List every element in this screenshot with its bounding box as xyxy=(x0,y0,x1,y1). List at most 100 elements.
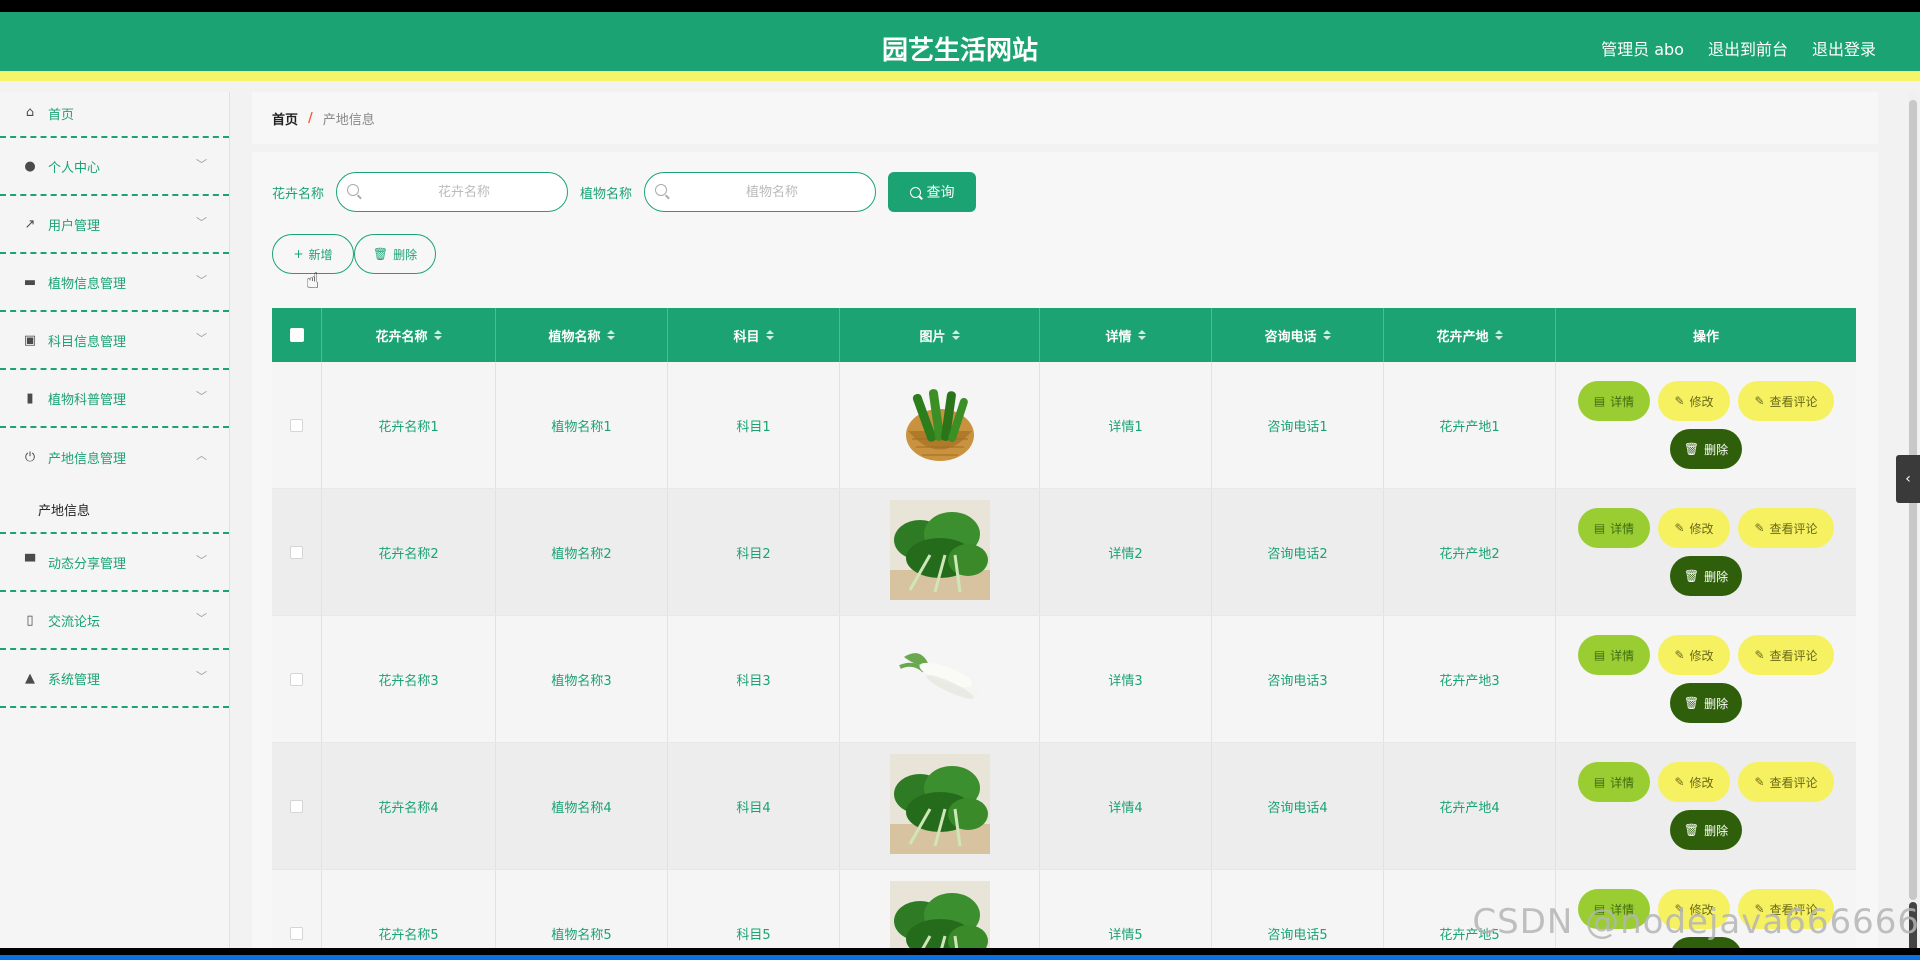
row-edit-label: 修改 xyxy=(1689,394,1714,409)
sidebar-item-science[interactable]: ▮ 植物科普管理 ﹀ xyxy=(0,370,229,428)
top-header: 园艺生活网站 管理员 abo 退出到前台 退出登录 xyxy=(0,12,1920,81)
row-detail-button[interactable]: ▤ 详情 xyxy=(1578,762,1650,802)
row-review-label: 查看评论 xyxy=(1769,775,1818,790)
briefcase-icon: ▬ xyxy=(23,274,37,290)
row-checkbox[interactable] xyxy=(290,545,303,559)
cell-actions: ▤ 详情 ✎ 修改 ✎ 查看评论 🗑 删除 xyxy=(1556,743,1856,869)
header-plant-name[interactable]: 植物名称 xyxy=(496,308,668,362)
row-edit-button[interactable]: ✎ 修改 xyxy=(1658,381,1730,421)
query-button-label: 查询 xyxy=(926,185,955,201)
plant-image xyxy=(889,500,990,604)
sidebar-item-label: 植物科普管理 xyxy=(48,392,127,408)
sidebar-subitem-origin-info[interactable]: 产地信息 xyxy=(0,486,229,534)
pencil-icon: ✎ xyxy=(1674,648,1685,662)
chevron-down-icon: ﹀ xyxy=(196,332,207,345)
select-all-checkbox[interactable] xyxy=(289,328,304,342)
search-bar: 花卉名称 植物名称 查询 xyxy=(272,172,977,212)
header-flower-name[interactable]: 花卉名称 xyxy=(322,308,496,362)
header-actions: 操作 xyxy=(1556,308,1856,362)
row-select-cell xyxy=(272,870,322,948)
header-image[interactable]: 图片 xyxy=(840,308,1040,362)
row-checkbox[interactable] xyxy=(290,672,303,686)
pencil-icon: ✎ xyxy=(1754,521,1765,535)
chevron-down-icon: ﹀ xyxy=(196,612,207,625)
pencil-icon: ✎ xyxy=(1754,775,1765,789)
add-button[interactable]: + 新增 xyxy=(272,234,354,274)
row-detail-button[interactable]: ▤ 详情 xyxy=(1578,508,1650,548)
row-detail-label: 详情 xyxy=(1610,521,1635,536)
row-delete-button[interactable]: 🗑 删除 xyxy=(1670,810,1742,850)
table-row: 花卉名称3 植物名称3 科目3 详情3 咨询电话3 花卉产地3 ▤ 详情 ✎ 修改 ✎ 查看评论 🗑 删除 xyxy=(272,616,1856,743)
header-subject[interactable]: 科目 xyxy=(668,308,840,362)
sort-icon xyxy=(433,330,442,340)
header-origin[interactable]: 花卉产地 xyxy=(1384,308,1556,362)
plant-image xyxy=(889,754,990,858)
sidebar-item-label: 植物信息管理 xyxy=(48,276,127,292)
delete-button[interactable]: 🗑 删除 xyxy=(354,234,436,274)
sidebar-item-system[interactable]: ▲ 系统管理 ﹀ xyxy=(0,650,229,708)
row-review-button[interactable]: ✎ 查看评论 xyxy=(1738,381,1834,421)
logout-link[interactable]: 退出登录 xyxy=(1812,36,1876,60)
row-edit-button[interactable]: ✎ 修改 xyxy=(1658,635,1730,675)
document-icon: ▤ xyxy=(1593,775,1606,789)
sidebar-item-origin[interactable]: ⏻ 产地信息管理 ︿ xyxy=(0,428,229,486)
sidebar-item-home[interactable]: ⌂ 首页 xyxy=(0,92,229,138)
sidebar-item-subjects[interactable]: ▣ 科目信息管理 ﹀ xyxy=(0,312,229,370)
cell-origin: 花卉产地4 xyxy=(1384,743,1556,869)
sidebar-item-forum[interactable]: ▯ 交流论坛 ﹀ xyxy=(0,592,229,650)
row-review-button[interactable]: ✎ 查看评论 xyxy=(1738,762,1834,802)
sidebar-item-personal[interactable]: ● 个人中心 ﹀ xyxy=(0,138,229,196)
cell-image xyxy=(840,743,1040,869)
row-delete-label: 删除 xyxy=(1704,823,1729,838)
header-label: 花卉产地 xyxy=(1436,329,1489,345)
cell-image xyxy=(840,362,1040,488)
front-link[interactable]: 退出到前台 xyxy=(1708,36,1788,60)
taskbar-line xyxy=(0,955,1920,960)
query-button[interactable]: 查询 xyxy=(888,172,977,212)
cell-subject: 科目2 xyxy=(668,489,840,615)
sidebar-item-plants[interactable]: ▬ 植物信息管理 ﹀ xyxy=(0,254,229,312)
sort-icon xyxy=(951,330,960,340)
sidebar-item-users[interactable]: ↗ 用户管理 ﹀ xyxy=(0,196,229,254)
cell-detail: 详情2 xyxy=(1040,489,1212,615)
cell-actions: ▤ 详情 ✎ 修改 ✎ 查看评论 🗑 删除 xyxy=(1556,489,1856,615)
sidebar-item-label: 科目信息管理 xyxy=(48,334,127,350)
cell-flower-name: 花卉名称5 xyxy=(322,870,496,948)
chevron-down-icon: ﹀ xyxy=(196,670,207,683)
row-detail-button[interactable]: ▤ 详情 xyxy=(1578,635,1650,675)
sidebar-item-sharing[interactable]: ▀ 动态分享管理 ﹀ xyxy=(0,534,229,592)
bar-chart-icon: ▮ xyxy=(26,390,34,406)
app-frame: 园艺生活网站 管理员 abo 退出到前台 退出登录 ⌂ 首页 ● 个人中心 ﹀ … xyxy=(0,12,1920,948)
row-review-button[interactable]: ✎ 查看评论 xyxy=(1738,635,1834,675)
row-edit-label: 修改 xyxy=(1689,521,1714,536)
user-icon: ● xyxy=(24,158,36,174)
table-body: 花卉名称1 植物名称1 科目1 详情1 咨询电话1 花卉产地1 ▤ 详情 ✎ 修改 ✎ 查看评论 🗑 删除… xyxy=(272,362,1856,948)
header-phone[interactable]: 咨询电话 xyxy=(1212,308,1384,362)
header-detail[interactable]: 详情 xyxy=(1040,308,1212,362)
collapse-tab[interactable]: ‹ xyxy=(1896,455,1920,503)
row-edit-button[interactable]: ✎ 修改 xyxy=(1658,508,1730,548)
row-edit-label: 修改 xyxy=(1689,775,1714,790)
breadcrumb-home[interactable]: 首页 xyxy=(272,109,298,128)
cell-plant-name: 植物名称3 xyxy=(496,616,668,742)
row-select-cell xyxy=(272,489,322,615)
row-review-button[interactable]: ✎ 查看评论 xyxy=(1738,508,1834,548)
row-delete-button[interactable]: 🗑 删除 xyxy=(1670,429,1742,469)
plant-name-input[interactable] xyxy=(677,173,868,211)
clipboard-icon: ▣ xyxy=(23,332,37,348)
row-delete-button[interactable]: 🗑 删除 xyxy=(1670,556,1742,596)
plant-name-field xyxy=(644,172,877,212)
flower-name-input[interactable] xyxy=(369,173,560,211)
cell-detail: 详情5 xyxy=(1040,870,1212,948)
row-detail-button[interactable]: ▤ 详情 xyxy=(1578,381,1650,421)
trash-icon: 🗑 xyxy=(372,247,389,261)
row-edit-button[interactable]: ✎ 修改 xyxy=(1658,762,1730,802)
row-delete-button[interactable]: 🗑 删除 xyxy=(1670,683,1742,723)
row-checkbox[interactable] xyxy=(290,799,303,813)
scrollbar[interactable] xyxy=(1908,92,1918,948)
pencil-icon: ✎ xyxy=(1754,394,1765,408)
power-icon: ⏻ xyxy=(24,449,36,465)
row-checkbox[interactable] xyxy=(290,418,303,432)
row-checkbox[interactable] xyxy=(290,926,303,940)
header-label: 植物名称 xyxy=(548,329,601,345)
